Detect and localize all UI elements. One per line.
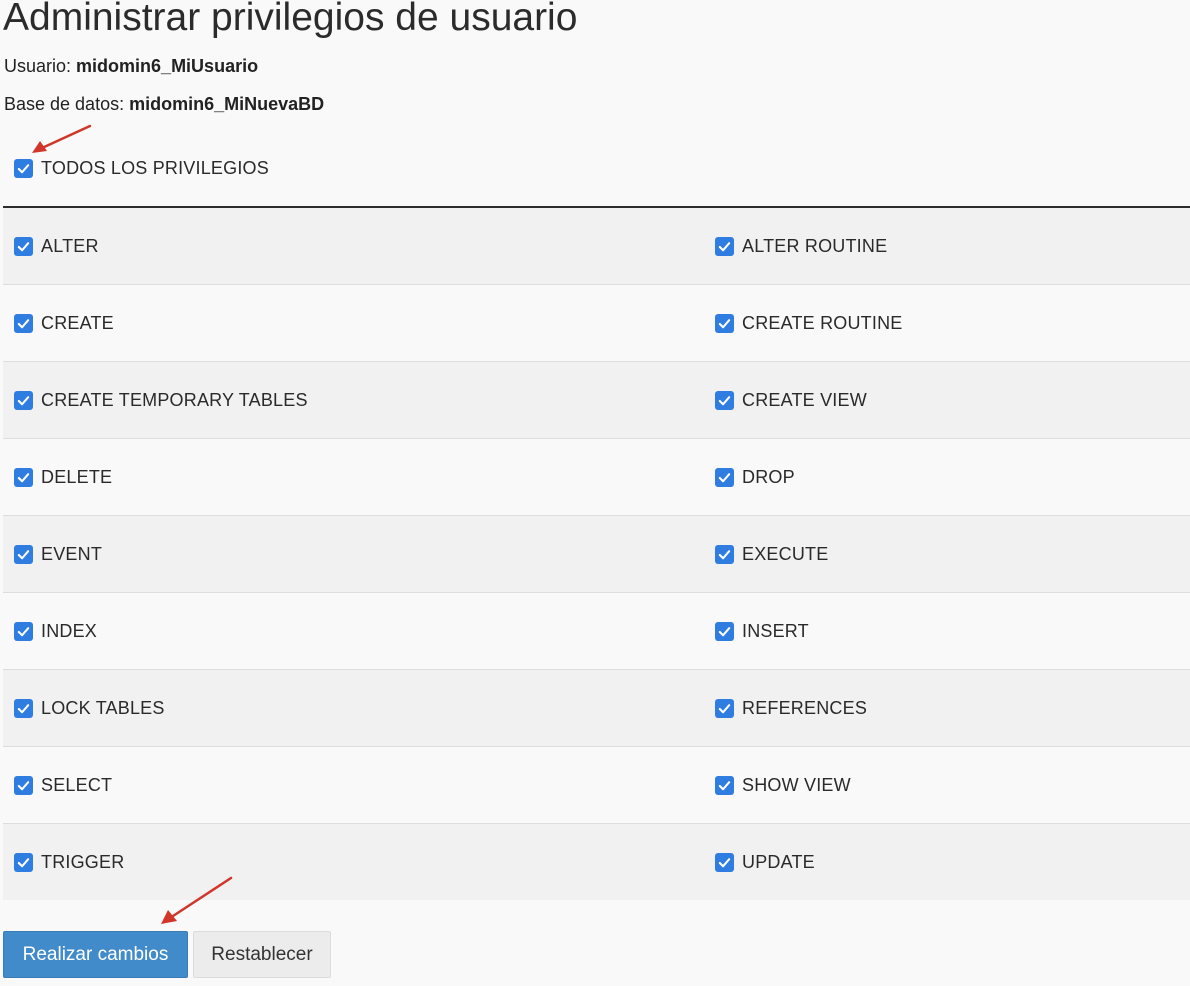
- privilege-cell: EXECUTE: [715, 516, 1190, 592]
- checkbox-checked-icon[interactable]: [14, 236, 33, 256]
- checkbox-checked-icon[interactable]: [715, 467, 734, 487]
- database-label: Base de datos:: [4, 94, 125, 114]
- privilege-checkbox[interactable]: ALTER ROUTINE: [715, 236, 887, 257]
- privilege-label: CREATE: [41, 312, 114, 333]
- privilege-cell: SELECT: [3, 747, 715, 823]
- privilege-label: REFERENCES: [742, 697, 868, 718]
- privilege-label: INSERT: [742, 620, 809, 641]
- privilege-label: LOCK TABLES: [41, 697, 165, 718]
- database-info: Base de datos: midomin6_MiNuevaBD: [4, 92, 324, 116]
- privilege-checkbox[interactable]: SELECT: [14, 775, 112, 796]
- page-title: Administrar privilegios de usuario: [3, 0, 578, 39]
- privilege-checkbox[interactable]: DELETE: [14, 467, 112, 488]
- checkbox-checked-icon[interactable]: [14, 390, 33, 410]
- privilege-checkbox[interactable]: CREATE: [14, 313, 114, 334]
- privilege-label: CREATE VIEW: [742, 389, 867, 410]
- privilege-label: SELECT: [41, 774, 113, 795]
- privilege-checkbox[interactable]: SHOW VIEW: [715, 775, 851, 796]
- submit-changes-button[interactable]: Realizar cambios: [3, 931, 188, 978]
- user-label: Usuario:: [4, 56, 72, 76]
- privilege-label: EXECUTE: [742, 543, 829, 564]
- privilege-checkbox[interactable]: EXECUTE: [715, 544, 828, 565]
- checkbox-checked-icon[interactable]: [14, 467, 33, 487]
- privilege-row: CREATE CREATE ROUTINE: [3, 285, 1190, 362]
- privilege-cell: EVENT: [3, 516, 715, 592]
- privilege-checkbox[interactable]: DROP: [715, 467, 795, 488]
- privilege-cell: INSERT: [715, 593, 1190, 669]
- privilege-label: INDEX: [41, 620, 98, 641]
- checkbox-checked-icon[interactable]: [14, 544, 33, 564]
- privilege-cell: SHOW VIEW: [715, 747, 1190, 823]
- checkbox-checked-icon[interactable]: [715, 236, 734, 256]
- privilege-row: INDEX INSERT: [3, 593, 1190, 670]
- privilege-cell: CREATE: [3, 285, 715, 361]
- privilege-checkbox[interactable]: CREATE TEMPORARY TABLES: [14, 390, 308, 411]
- privilege-row: SELECT SHOW VIEW: [3, 747, 1190, 824]
- privilege-label: DROP: [742, 466, 795, 487]
- privileges-table: ALTER ALTER ROUTINE CREATE CREATE ROUTINE CR…: [3, 208, 1190, 900]
- checkbox-checked-icon[interactable]: [715, 621, 734, 641]
- privilege-label: DELETE: [41, 466, 113, 487]
- privilege-label: ALTER ROUTINE: [742, 235, 888, 256]
- checkbox-checked-icon[interactable]: [14, 313, 33, 333]
- checkbox-checked-icon[interactable]: [715, 390, 734, 410]
- reset-button[interactable]: Restablecer: [193, 931, 331, 978]
- checkbox-checked-icon[interactable]: [14, 775, 33, 795]
- checkbox-checked-icon[interactable]: [14, 698, 33, 718]
- privilege-cell: LOCK TABLES: [3, 670, 715, 746]
- checkbox-checked-icon[interactable]: [14, 621, 33, 641]
- privilege-checkbox[interactable]: CREATE ROUTINE: [715, 313, 902, 334]
- privilege-cell: TRIGGER: [3, 824, 715, 900]
- privilege-label: EVENT: [41, 543, 103, 564]
- checkbox-checked-icon[interactable]: [14, 158, 33, 178]
- annotation-arrow-icon: [32, 124, 92, 153]
- privilege-cell: DELETE: [3, 439, 715, 515]
- user-info: Usuario: midomin6_MiUsuario: [4, 54, 258, 78]
- privilege-label: CREATE ROUTINE: [742, 312, 903, 333]
- privilege-checkbox[interactable]: INDEX: [14, 621, 97, 642]
- privilege-checkbox[interactable]: INSERT: [715, 621, 809, 642]
- privilege-cell: DROP: [715, 439, 1190, 515]
- privilege-label: CREATE TEMPORARY TABLES: [41, 389, 308, 410]
- checkbox-checked-icon[interactable]: [715, 852, 734, 872]
- privilege-row: LOCK TABLES REFERENCES: [3, 670, 1190, 747]
- privilege-cell: INDEX: [3, 593, 715, 669]
- privilege-row: TRIGGER UPDATE: [3, 824, 1190, 900]
- privilege-cell: CREATE VIEW: [715, 362, 1190, 438]
- privilege-cell: UPDATE: [715, 824, 1190, 900]
- checkbox-checked-icon[interactable]: [715, 698, 734, 718]
- privilege-cell: ALTER ROUTINE: [715, 208, 1190, 284]
- privilege-label: TRIGGER: [41, 851, 125, 872]
- privilege-row: CREATE TEMPORARY TABLES CREATE VIEW: [3, 362, 1190, 439]
- privilege-label: UPDATE: [742, 851, 815, 872]
- privilege-checkbox[interactable]: LOCK TABLES: [14, 698, 165, 719]
- privilege-row: DELETE DROP: [3, 439, 1190, 516]
- checkbox-checked-icon[interactable]: [715, 775, 734, 795]
- privilege-checkbox[interactable]: UPDATE: [715, 852, 815, 873]
- privilege-label: ALTER: [41, 235, 99, 256]
- privilege-row: ALTER ALTER ROUTINE: [3, 208, 1190, 285]
- privilege-cell: CREATE ROUTINE: [715, 285, 1190, 361]
- privilege-checkbox[interactable]: EVENT: [14, 544, 102, 565]
- privilege-row: EVENT EXECUTE: [3, 516, 1190, 593]
- privilege-checkbox[interactable]: ALTER: [14, 236, 99, 257]
- privilege-cell: REFERENCES: [715, 670, 1190, 746]
- database-value: midomin6_MiNuevaBD: [129, 94, 325, 114]
- privilege-checkbox[interactable]: REFERENCES: [715, 698, 867, 719]
- privilege-checkbox[interactable]: CREATE VIEW: [715, 390, 867, 411]
- privilege-label: SHOW VIEW: [742, 774, 851, 795]
- privilege-cell: ALTER: [3, 208, 715, 284]
- checkbox-checked-icon[interactable]: [715, 313, 734, 333]
- privilege-checkbox[interactable]: TRIGGER: [14, 852, 124, 873]
- user-value: midomin6_MiUsuario: [76, 56, 259, 76]
- checkbox-checked-icon[interactable]: [715, 544, 734, 564]
- all-privileges-checkbox[interactable]: TODOS LOS PRIVILEGIOS: [14, 156, 269, 180]
- all-privileges-label: TODOS LOS PRIVILEGIOS: [41, 157, 269, 178]
- checkbox-checked-icon[interactable]: [14, 852, 33, 872]
- privilege-cell: CREATE TEMPORARY TABLES: [3, 362, 715, 438]
